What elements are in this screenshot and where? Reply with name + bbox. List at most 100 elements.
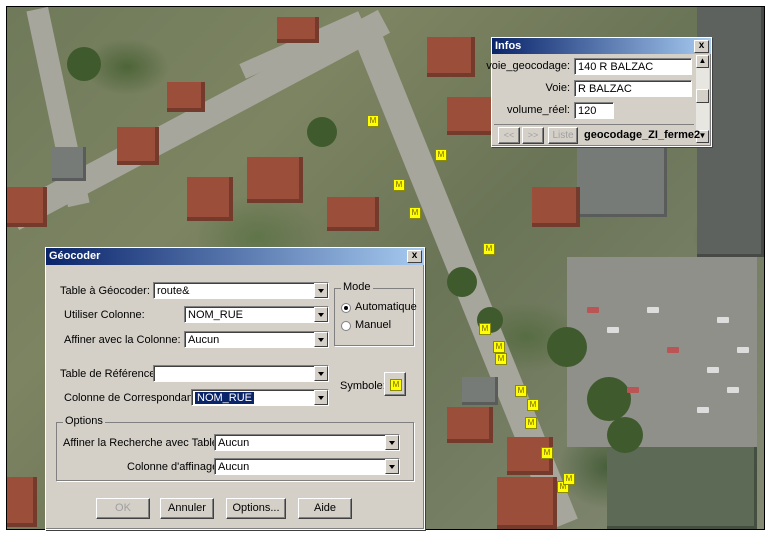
affiner-recherche-label: Affiner la Recherche avec Table: <box>63 437 221 449</box>
colonne-correspondance-select[interactable]: NOM_RUE <box>191 389 329 406</box>
utiliser-colonne-label: Utiliser Colonne: <box>64 309 145 321</box>
geocoder-dialog: Géocoder x Table à Géocoder: route& Util… <box>45 247 425 530</box>
symbol-preview-icon: M <box>390 379 402 391</box>
table-a-geocoder-label: Table à Géocoder: <box>60 285 150 297</box>
geocode-marker[interactable]: M <box>367 115 379 127</box>
geocoder-title: Géocoder <box>49 250 101 262</box>
utiliser-colonne-value: NOM_RUE <box>188 309 244 321</box>
tree <box>447 267 477 297</box>
chevron-down-icon[interactable] <box>314 390 328 405</box>
geocode-marker[interactable]: M <box>541 447 553 459</box>
colonne-correspondance-value: NOM_RUE <box>195 392 255 404</box>
infos-value-voie[interactable]: R BALZAC <box>574 80 692 97</box>
tree <box>587 377 631 421</box>
colonne-affinage-value: Aucun <box>218 461 250 473</box>
building <box>167 82 205 112</box>
infos-value-volume-reel[interactable]: 120 <box>574 102 614 119</box>
geocode-marker[interactable]: M <box>563 473 575 485</box>
building <box>7 187 47 227</box>
colonne-affinage-label: Colonne d'affinage: <box>127 461 222 473</box>
infos-titlebar[interactable]: Infos x <box>492 38 711 54</box>
affiner-recherche-value: Aucun <box>218 437 250 449</box>
parked-car <box>697 407 709 413</box>
geocode-marker[interactable]: M <box>493 341 505 353</box>
building <box>497 477 557 529</box>
infos-title: Infos <box>495 40 522 52</box>
parked-car <box>627 387 639 393</box>
parked-car <box>587 307 599 313</box>
ok-button[interactable]: OK <box>96 498 150 519</box>
scroll-up-arrow-icon[interactable]: ▲ <box>696 55 709 68</box>
options-button[interactable]: Options... <box>226 498 286 519</box>
tree <box>307 117 337 147</box>
mode-group: Mode Automatique Manuel <box>334 281 417 346</box>
tree <box>607 417 643 453</box>
parked-car <box>707 367 719 373</box>
mode-manuel-label[interactable]: Manuel <box>355 319 391 331</box>
parked-car <box>607 327 619 333</box>
geocode-marker[interactable]: M <box>483 243 495 255</box>
table-a-geocoder-select[interactable]: route& <box>153 282 329 299</box>
mode-manuel-radio[interactable] <box>341 321 351 331</box>
chevron-down-icon[interactable] <box>314 283 328 298</box>
geocode-marker[interactable]: M <box>495 353 507 365</box>
table-reference-select[interactable] <box>153 365 329 382</box>
building <box>277 17 319 43</box>
infos-label-voie-geocodage: voie_geocodage: <box>486 60 570 72</box>
infos-liste-button[interactable]: Liste <box>548 127 578 144</box>
geocode-marker[interactable]: M <box>515 385 527 397</box>
tree <box>547 327 587 367</box>
building <box>577 147 667 217</box>
building <box>532 187 580 227</box>
geocoder-titlebar[interactable]: Géocoder x <box>46 248 424 265</box>
building <box>187 177 233 221</box>
affiner-colonne-select[interactable]: Aucun <box>184 331 329 348</box>
building <box>447 97 497 135</box>
annuler-button[interactable]: Annuler <box>160 498 214 519</box>
colonne-correspondance-label: Colonne de Correspondance: <box>64 392 208 404</box>
symbole-label: Symbole: <box>340 380 386 392</box>
geocode-marker[interactable]: M <box>435 149 447 161</box>
chevron-down-icon[interactable] <box>385 435 399 450</box>
building <box>462 377 498 405</box>
building <box>52 147 86 181</box>
chevron-down-icon[interactable] <box>314 332 328 347</box>
infos-label-voie: Voie: <box>545 82 570 94</box>
utiliser-colonne-select[interactable]: NOM_RUE <box>184 306 329 323</box>
table-a-geocoder-value: route& <box>157 285 190 297</box>
symbole-button[interactable]: M <box>384 372 406 396</box>
building <box>607 447 757 529</box>
infos-prev-button[interactable]: << <box>498 127 520 144</box>
parked-car <box>667 347 679 353</box>
infos-window: Infos x voie_geocodage: 140 R BALZAC Voi… <box>486 37 712 147</box>
affiner-colonne-value: Aucun <box>188 334 220 346</box>
geocode-marker[interactable]: M <box>525 417 537 429</box>
building <box>447 407 493 443</box>
parked-car <box>647 307 659 313</box>
aide-button[interactable]: Aide <box>298 498 352 519</box>
mode-automatique-radio[interactable] <box>341 303 351 313</box>
parked-car <box>727 387 739 393</box>
infos-close-button[interactable]: x <box>694 40 709 53</box>
mode-automatique-label[interactable]: Automatique <box>355 301 417 313</box>
infos-layer-name[interactable]: geocodage_ZI_ferme2 <box>584 129 700 141</box>
building <box>247 157 303 203</box>
infos-value-voie-geocodage[interactable]: 140 R BALZAC <box>574 58 692 75</box>
parking-lot <box>567 257 757 447</box>
chevron-down-icon[interactable] <box>385 459 399 474</box>
affiner-recherche-select[interactable]: Aucun <box>214 434 400 451</box>
chevron-down-icon[interactable] <box>314 307 328 322</box>
geocode-marker[interactable]: M <box>409 207 421 219</box>
geocode-marker[interactable]: M <box>479 323 491 335</box>
building <box>7 477 37 527</box>
parked-car <box>717 317 729 323</box>
geocoder-close-button[interactable]: x <box>407 250 422 263</box>
geocode-marker[interactable]: M <box>527 399 539 411</box>
scroll-thumb[interactable] <box>696 89 709 103</box>
chevron-down-icon[interactable] <box>314 366 328 381</box>
geocode-marker[interactable]: M <box>393 179 405 191</box>
tree <box>67 47 101 81</box>
building <box>327 197 379 231</box>
colonne-affinage-select[interactable]: Aucun <box>214 458 400 475</box>
infos-next-button[interactable]: >> <box>522 127 544 144</box>
